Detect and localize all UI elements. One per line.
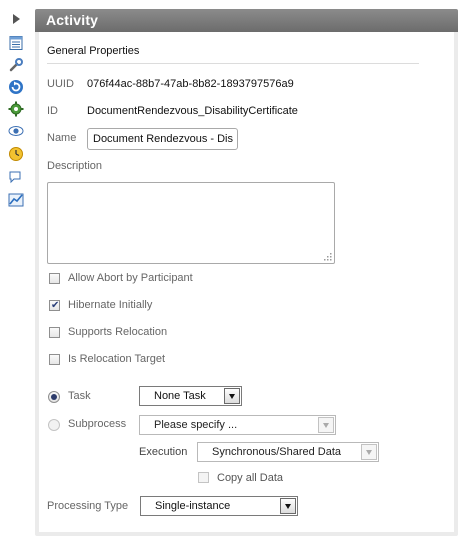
supports-relocation-label: Supports Relocation [68, 326, 168, 338]
allow-abort-checkbox[interactable] [49, 273, 60, 284]
properties-sheet-icon[interactable] [8, 35, 24, 51]
task-type-value: None Task [154, 390, 206, 402]
activity-panel: Activity General Properties UUID 076f44a… [35, 9, 458, 536]
processing-type-label: Processing Type [47, 500, 129, 512]
task-type-select[interactable]: None Task [139, 386, 242, 406]
chart-icon[interactable] [8, 192, 24, 208]
subprocess-radio[interactable] [48, 419, 60, 431]
allow-abort-label: Allow Abort by Participant [68, 272, 193, 284]
processing-type-select[interactable]: Single-instance [140, 496, 298, 516]
dropdown-arrow-icon[interactable] [224, 388, 240, 404]
processing-type-value: Single-instance [155, 500, 231, 512]
section-title: General Properties [47, 45, 140, 57]
id-label: ID [47, 105, 58, 117]
name-field[interactable]: Document Rendezvous - Dis [87, 128, 238, 150]
collapse-arrow-icon[interactable] [8, 11, 24, 27]
dropdown-arrow-icon[interactable] [280, 498, 296, 514]
checkmark-icon: ✔ [51, 300, 60, 311]
side-toolbar [0, 0, 32, 543]
comments-icon[interactable] [8, 169, 24, 185]
uuid-label: UUID [47, 78, 74, 90]
panel-title: Activity [46, 12, 99, 28]
copy-all-data-label: Copy all Data [217, 472, 284, 484]
execution-label: Execution [139, 446, 188, 458]
supports-relocation-checkbox[interactable] [49, 327, 60, 338]
uuid-value: 076f44ac-88b7-47ab-8b82-1893797576a9 [87, 78, 294, 90]
wrench-icon[interactable] [8, 57, 24, 73]
section-divider [47, 63, 419, 64]
panel-body: General Properties UUID 076f44ac-88b7-47… [39, 32, 454, 532]
id-value: DocumentRendezvous_DisabilityCertificate [87, 105, 298, 117]
description-label: Description [47, 160, 103, 172]
subprocess-value: Please specify ... [154, 419, 238, 431]
description-textarea[interactable] [47, 182, 335, 264]
clock-icon[interactable] [8, 146, 24, 162]
dropdown-arrow-icon[interactable] [318, 417, 334, 433]
relocation-target-checkbox[interactable] [49, 354, 60, 365]
execution-select[interactable]: Synchronous/Shared Data [197, 442, 379, 462]
task-radio[interactable] [48, 391, 60, 403]
execution-value: Synchronous/Shared Data [212, 446, 342, 458]
eye-icon[interactable] [8, 123, 24, 139]
hibernate-initially-checkbox[interactable]: ✔ [49, 300, 60, 311]
relocation-target-label: Is Relocation Target [68, 353, 166, 365]
panel-header: Activity [35, 9, 458, 32]
subprocess-select[interactable]: Please specify ... [139, 415, 336, 435]
refresh-icon[interactable] [8, 79, 24, 95]
hibernate-initially-label: Hibernate Initially [68, 299, 153, 311]
dropdown-arrow-icon[interactable] [361, 444, 377, 460]
name-label: Name [47, 132, 77, 144]
copy-all-data-checkbox[interactable] [198, 472, 209, 483]
task-label: Task [68, 390, 91, 402]
subprocess-label: Subprocess [68, 418, 127, 430]
radio-selected-dot [51, 394, 57, 400]
gear-icon[interactable] [8, 101, 24, 117]
resize-grip-icon[interactable] [322, 251, 332, 261]
